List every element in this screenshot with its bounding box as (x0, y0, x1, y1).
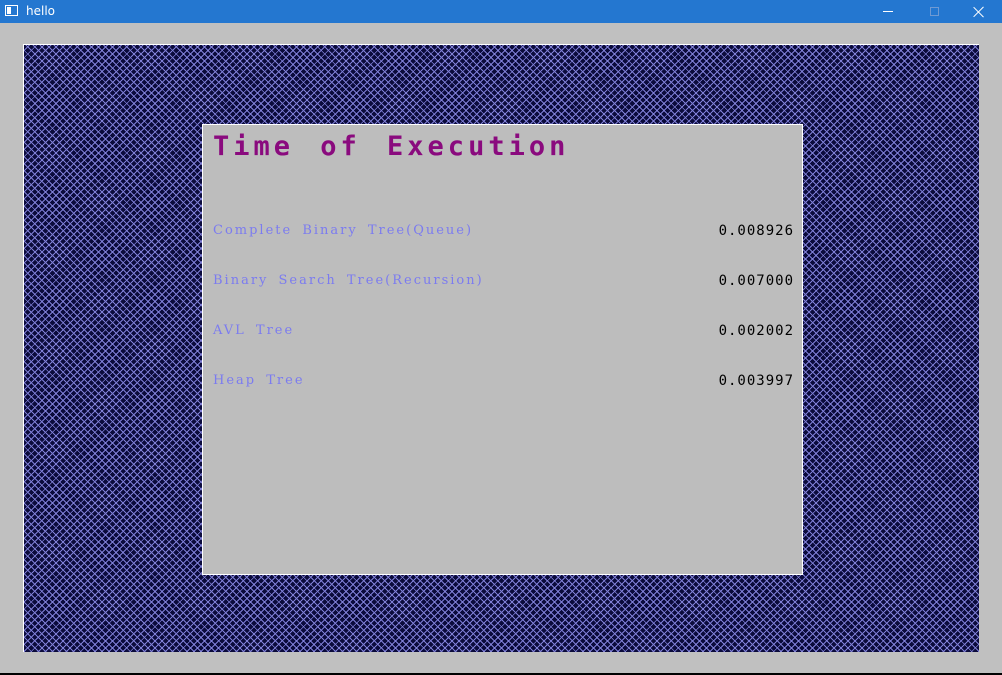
app-icon[interactable] (5, 5, 18, 16)
result-row-binary-search-tree: Binary Search Tree(Recursion) 0.007000 (213, 273, 794, 293)
row-value: 0.002002 (718, 323, 794, 339)
title-bar[interactable]: hello (0, 0, 1002, 23)
row-value: 0.003997 (718, 373, 794, 389)
result-row-avl-tree: AVL Tree 0.002002 (213, 323, 794, 343)
row-label: Binary Search Tree(Recursion) (213, 273, 484, 288)
close-icon (973, 6, 985, 18)
row-label: Complete Binary Tree(Queue) (213, 223, 474, 238)
minimize-button[interactable] (865, 0, 911, 23)
row-label: AVL Tree (213, 323, 295, 338)
close-button[interactable] (956, 0, 1002, 23)
result-row-heap-tree: Heap Tree 0.003997 (213, 373, 794, 393)
maximize-button[interactable] (911, 0, 957, 23)
result-row-complete-binary-tree: Complete Binary Tree(Queue) 0.008926 (213, 223, 794, 243)
row-label: Heap Tree (213, 373, 305, 388)
execution-time-panel: Time of Execution Complete Binary Tree(Q… (202, 124, 803, 575)
row-value: 0.007000 (718, 273, 794, 289)
maximize-icon (929, 7, 939, 16)
row-value: 0.008926 (718, 223, 794, 239)
panel-title: Time of Execution (213, 131, 570, 162)
minimize-icon (883, 11, 893, 12)
window-title: hello (26, 4, 55, 18)
